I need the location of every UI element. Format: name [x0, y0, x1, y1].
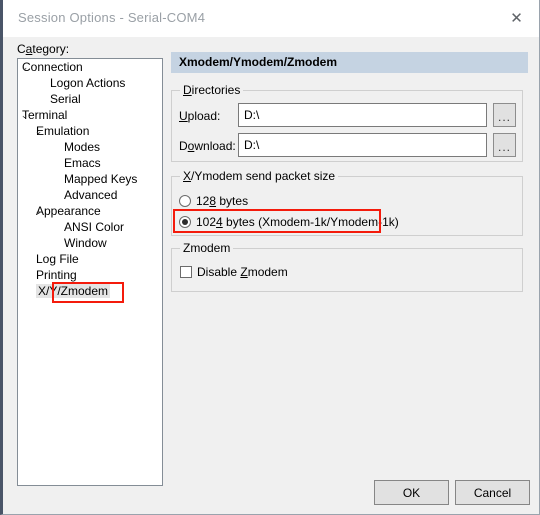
title-bar: Session Options - Serial-COM4 ✕	[3, 0, 539, 37]
zmodem-chk-post: modem	[247, 265, 288, 279]
sidebar-item-x-y-zmodem[interactable]: X/Y/Zmodem	[18, 283, 162, 299]
sidebar-item-printing[interactable]: Printing	[18, 267, 162, 283]
sidebar-item-label: Appearance	[36, 204, 101, 218]
sidebar-item-appearance[interactable]: ⌄ Appearance	[18, 203, 162, 219]
sidebar-item-label: Emacs	[64, 156, 101, 170]
close-icon[interactable]: ✕	[494, 0, 539, 36]
category-label: Category:	[17, 42, 69, 56]
download-browse-button[interactable]: ...	[493, 133, 516, 157]
sidebar-item-ansi-color[interactable]: ANSI Color	[18, 219, 162, 235]
radio-128-bytes[interactable]: 128 bytes	[179, 192, 248, 210]
sidebar-item-label: Serial	[50, 92, 81, 106]
sidebar-item-label: Log File	[36, 252, 79, 266]
sidebar-item-label: ANSI Color	[64, 220, 125, 234]
sidebar-item-logon-actions[interactable]: Logon Actions	[18, 75, 162, 91]
chevron-down-icon[interactable]: ⌄	[32, 203, 45, 219]
radio-128-post: bytes	[216, 194, 249, 208]
category-tree[interactable]: ⌄ Connection Logon Actions Serial ⌄ Terminal ⌄…	[17, 58, 163, 486]
sidebar-item-emacs[interactable]: Emacs	[18, 155, 162, 171]
sidebar-item-mapped-keys[interactable]: Mapped Keys	[18, 171, 162, 187]
sidebar-item-label: Connection	[22, 60, 83, 74]
sidebar-item-emulation[interactable]: ⌄ Emulation	[18, 123, 162, 139]
download-directory-input[interactable]: D:\	[238, 133, 487, 157]
zmodem-chk-accel: Z	[240, 265, 248, 279]
sidebar-item-label: Advanced	[64, 188, 118, 202]
download-label: Download:	[179, 139, 236, 153]
sidebar-item-modes[interactable]: Modes	[18, 139, 162, 155]
category-label-pre: C	[17, 42, 26, 56]
sidebar-item-label: Mapped Keys	[64, 172, 138, 186]
sidebar-item-log-file[interactable]: Log File	[18, 251, 162, 267]
sidebar-item-label: Window	[64, 236, 107, 250]
packet-legend-post: /Ymodem send packet size	[191, 169, 336, 183]
chevron-down-icon[interactable]: ⌄	[32, 123, 45, 139]
download-label-pre: D	[179, 139, 188, 153]
radio-128-pre: 12	[196, 194, 210, 208]
radio-1024-post: bytes (Xmodem-1k/Ymodem-1k)	[222, 215, 399, 229]
legend-post: irectories	[191, 83, 241, 97]
radio-128-bytes-indicator	[179, 195, 191, 207]
disable-zmodem-checkbox[interactable]: Disable Zmodem	[180, 263, 288, 281]
sidebar-item-label: Logon Actions	[50, 76, 126, 90]
upload-label: Upload:	[179, 109, 220, 123]
sidebar-item-advanced[interactable]: Advanced	[18, 187, 162, 203]
sidebar-item-connection[interactable]: ⌄ Connection	[18, 59, 162, 75]
sidebar-item-label: Modes	[64, 140, 101, 154]
panel-title: Xmodem/Ymodem/Zmodem	[171, 52, 528, 73]
directories-group-legend: Directories	[180, 83, 244, 97]
sidebar-item-label: X/Y/Zmodem	[36, 284, 111, 298]
radio-1024-bytes[interactable]: 1024 bytes (Xmodem-1k/Ymodem-1k)	[179, 213, 399, 231]
packet-size-group-legend: X/Ymodem send packet size	[180, 169, 339, 183]
radio-1024-pre: 102	[196, 215, 217, 229]
packet-legend-accel: X	[183, 169, 192, 183]
zmodem-chk-pre: Disable	[197, 265, 241, 279]
chevron-down-icon[interactable]: ⌄	[18, 107, 31, 123]
cancel-button[interactable]: Cancel	[455, 480, 530, 505]
sidebar-item-terminal[interactable]: ⌄ Terminal	[18, 107, 162, 123]
disable-zmodem-checkbox-indicator	[180, 266, 192, 278]
radio-1024-accel: 4	[216, 215, 223, 229]
category-label-post: tegory:	[32, 42, 70, 56]
radio-1024-bytes-indicator	[179, 216, 191, 228]
window-title: Session Options - Serial-COM4	[18, 10, 206, 25]
zmodem-group-legend: Zmodem	[180, 241, 234, 255]
sidebar-item-serial[interactable]: Serial	[18, 91, 162, 107]
sidebar-item-window[interactable]: Window	[18, 235, 162, 251]
chevron-down-icon[interactable]: ⌄	[18, 59, 31, 75]
legend-accel: D	[183, 83, 192, 97]
ok-button[interactable]: OK	[374, 480, 449, 505]
upload-label-post: pload:	[187, 109, 221, 123]
upload-label-accel: U	[179, 109, 188, 123]
download-label-post: wnload:	[194, 139, 236, 153]
sidebar-item-label: Printing	[36, 268, 77, 282]
upload-browse-button[interactable]: ...	[493, 103, 516, 127]
upload-directory-input[interactable]: D:\	[238, 103, 487, 127]
